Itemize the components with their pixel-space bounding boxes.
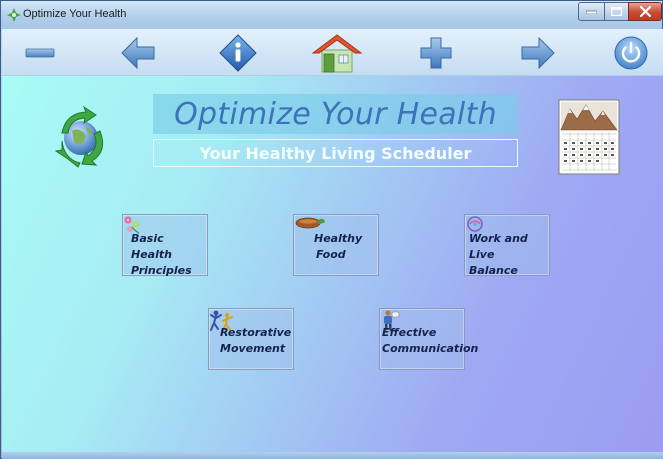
minimize-button[interactable] [578, 2, 605, 21]
window-bottom-border [2, 452, 663, 459]
power-icon [614, 36, 648, 70]
recycle-globe-icon [54, 105, 104, 168]
tile-label-line1: Basic Health [131, 232, 172, 261]
app-subtitle: Your Healthy Living Scheduler [153, 139, 518, 167]
main-content: Optimize Your Health Your Healthy Living… [2, 76, 663, 452]
calendar-icon[interactable] [558, 99, 620, 175]
add-button[interactable] [416, 33, 456, 73]
home-button[interactable] [309, 33, 365, 73]
minus-icon [25, 48, 55, 58]
tile-label-line1: Effective [382, 326, 437, 339]
maximize-button[interactable] [604, 2, 629, 21]
tile-healthy-food[interactable]: Healthy Food [293, 214, 379, 276]
tile-label-line2: Food [316, 248, 346, 261]
tile-label-line1: Healthy [314, 232, 363, 245]
title-bar[interactable]: Optimize Your Health [1, 1, 662, 29]
forward-button[interactable] [518, 33, 558, 73]
arrow-left-icon [121, 37, 155, 69]
tile-effective-communication[interactable]: Effective Communication [379, 308, 478, 370]
app-title: Optimize Your Health [153, 94, 518, 134]
info-icon [219, 34, 257, 72]
toolbar [2, 29, 663, 76]
tile-basic-health-principles[interactable]: Basic Health Principles [122, 214, 208, 277]
minus-button[interactable] [20, 33, 60, 73]
tile-label-line2: Communication [382, 342, 479, 355]
app-window: Optimize Your Health Optimize Your Healt… [0, 0, 663, 459]
back-button[interactable] [118, 33, 158, 73]
power-button[interactable] [611, 33, 651, 73]
home-icon [311, 34, 363, 73]
plus-icon [420, 37, 452, 69]
maximize-icon [611, 7, 622, 16]
tile-restorative-movement[interactable]: Restorative Movement [208, 308, 294, 370]
food-icon [295, 217, 325, 229]
tile-work-and-live-balance[interactable]: Work and Live Balance [464, 214, 550, 277]
close-icon [639, 6, 651, 17]
info-button[interactable] [218, 33, 258, 73]
window-title: Optimize Your Health [23, 8, 127, 20]
minimize-icon [586, 10, 597, 14]
tile-label-line2: Movement [220, 342, 286, 355]
tile-label-line2: Principles [131, 264, 192, 277]
tile-label-line1: Work and Live [469, 232, 528, 261]
arrow-right-icon [521, 37, 555, 69]
tile-label-line1: Restorative [220, 326, 292, 339]
tile-label-line2: Balance [469, 264, 518, 277]
app-icon [7, 8, 21, 22]
close-button[interactable] [628, 2, 662, 21]
